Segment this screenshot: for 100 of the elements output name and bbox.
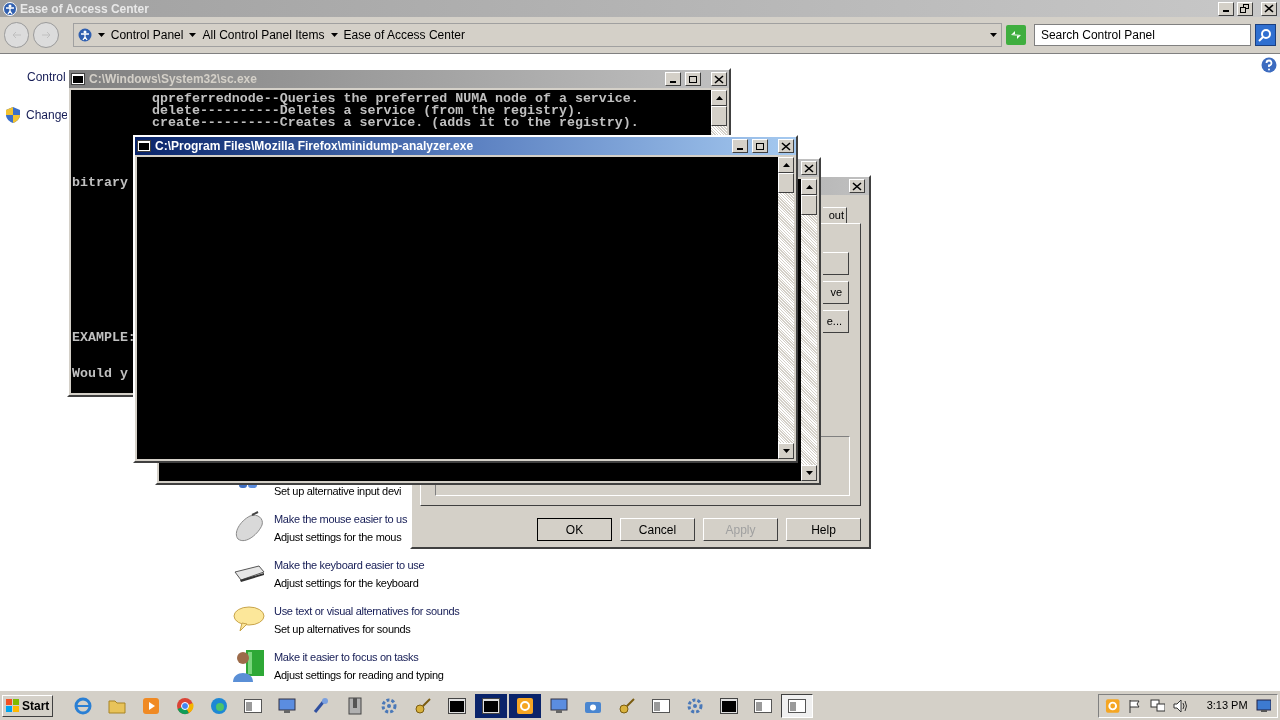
scroll-thumb[interactable] (778, 173, 794, 193)
scroll-up-button[interactable] (711, 90, 727, 106)
console-line: Would y (72, 368, 128, 380)
show-desktop-icon[interactable] (1255, 698, 1271, 713)
flag-icon[interactable] (1128, 698, 1142, 713)
network-icon[interactable] (1149, 698, 1166, 713)
dialog-button[interactable]: Cancel (620, 518, 695, 541)
task-description: Adjust settings for reading and typing (274, 668, 444, 683)
keyboard-icon (233, 564, 265, 582)
down-arrow-icon (782, 449, 790, 453)
help-icon[interactable] (1261, 57, 1277, 73)
clock[interactable]: 3:13 PM (1206, 697, 1248, 714)
breadcrumb-item[interactable]: All Control Panel Items (202, 26, 325, 44)
start-button[interactable]: Start (2, 694, 54, 717)
scroll-down-button[interactable] (778, 443, 794, 459)
close-icon (1264, 4, 1274, 13)
close-button[interactable] (711, 72, 727, 86)
sidebar-link[interactable]: Change (26, 106, 69, 124)
close-icon (781, 141, 791, 151)
sidebar-link[interactable]: Control (27, 68, 66, 86)
restore-icon (1240, 4, 1250, 13)
scroll-thumb[interactable] (711, 106, 727, 126)
minimize-button[interactable] (665, 72, 681, 86)
caret-icon[interactable] (97, 33, 105, 37)
close-button[interactable] (1261, 1, 1277, 16)
refresh-icon (1009, 29, 1024, 41)
browser-e-icon (74, 696, 93, 715)
accessibility-icon (3, 1, 17, 16)
maximize-icon (755, 141, 765, 151)
windows-logo-icon (6, 698, 20, 713)
scroll-up-button[interactable] (778, 157, 794, 173)
speaker-icon[interactable] (1173, 698, 1189, 713)
restore-button[interactable] (1237, 1, 1253, 16)
taskbar-button[interactable] (475, 693, 508, 718)
minimize-button[interactable] (1218, 1, 1234, 16)
office-icon (516, 696, 535, 715)
taskbar-button[interactable] (781, 693, 814, 718)
key-icon (414, 696, 433, 715)
maximize-button[interactable] (685, 72, 701, 86)
panel-button[interactable]: e... (823, 310, 849, 333)
close-button[interactable] (778, 139, 794, 153)
up-arrow-icon (782, 163, 790, 167)
maximize-button[interactable] (752, 139, 768, 153)
breadcrumb-item[interactable]: Ease of Access Center (343, 26, 465, 44)
accessibility-icon (77, 28, 92, 42)
folder-icon (108, 697, 127, 714)
minimize-icon (1223, 10, 1229, 12)
task-description: Adjust settings for the mous (274, 530, 403, 545)
console-icon (448, 697, 467, 714)
caret-icon[interactable] (189, 33, 197, 37)
taskbar-button[interactable] (509, 693, 542, 718)
address-field[interactable]: Control Panel All Control Panel Items Ease of Access Center (72, 23, 1003, 47)
forward-arrow-icon (41, 31, 52, 39)
close-icon (714, 74, 724, 84)
console-icon (482, 697, 501, 714)
scrollbar[interactable] (778, 157, 794, 459)
scroll-up-button[interactable] (801, 179, 817, 195)
scrollbar[interactable] (801, 179, 817, 481)
back-arrow-icon (11, 31, 22, 39)
caret-icon[interactable] (990, 33, 998, 37)
caret-icon[interactable] (330, 33, 338, 37)
panel-button[interactable]: ve (823, 281, 849, 304)
window-icon (788, 698, 807, 713)
minimize-button[interactable] (732, 139, 748, 153)
tool-icon (312, 696, 331, 715)
console-icon (720, 697, 739, 714)
window-title: C:\Windows\System32\sc.exe (89, 71, 257, 88)
search-button[interactable] (1254, 24, 1276, 46)
window-icon (652, 698, 671, 713)
search-field[interactable]: Search Control Panel (1033, 24, 1251, 46)
minimize-icon (670, 80, 676, 83)
console-icon (71, 73, 85, 85)
scroll-down-button[interactable] (801, 465, 817, 481)
dialog-button[interactable]: OK (537, 518, 612, 541)
down-arrow-icon (805, 471, 813, 475)
close-button[interactable] (801, 161, 817, 175)
key-icon (618, 696, 637, 715)
window-title: Ease of Access Center (20, 0, 149, 18)
dialog-button[interactable]: Help (786, 518, 861, 541)
task-description: Set up alternative input devi (274, 484, 402, 499)
task-description: Set up alternatives for sounds (274, 622, 412, 637)
console-line: EXAMPLE: (72, 332, 136, 344)
task-link[interactable]: Make the keyboard easier to use (274, 558, 425, 573)
tab[interactable]: out (823, 207, 847, 223)
task-link[interactable]: Use text or visual alternatives for sounds (274, 604, 460, 619)
window-title: C:\Program Files\Mozilla Firefox\minidump-analyzer.exe (155, 138, 474, 155)
task-link[interactable]: Make the mouse easier to us (274, 512, 408, 527)
scroll-thumb[interactable] (801, 195, 817, 215)
monitor-icon (278, 697, 297, 714)
close-icon (852, 181, 862, 191)
breadcrumb-item[interactable]: Control Panel (110, 26, 184, 44)
minimize-icon (737, 147, 743, 150)
search-input[interactable]: Search Control Panel (1040, 26, 1244, 44)
close-button[interactable] (849, 179, 865, 193)
panel-button[interactable] (823, 252, 849, 275)
up-arrow-icon (805, 185, 813, 189)
task-link[interactable]: Make it easier to focus on tasks (274, 650, 444, 665)
window-icon (754, 698, 773, 713)
gear-icon (686, 696, 705, 715)
up-arrow-icon (715, 96, 723, 100)
